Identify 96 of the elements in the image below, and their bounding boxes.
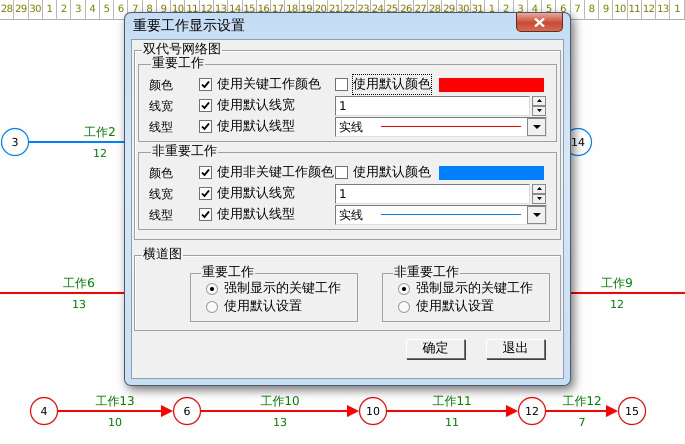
checkbox-label: 使用默认线型: [217, 118, 295, 136]
checkbox-label: 使用默认线宽: [217, 184, 295, 203]
day-cell: 13: [656, 0, 670, 19]
line-style-dropdown[interactable]: 实线: [335, 116, 547, 136]
number-field[interactable]: 1: [335, 184, 530, 204]
field-label: 线型: [149, 206, 174, 224]
field-label: 线宽: [149, 98, 174, 114]
checkbox-label: 使用关键工作颜色: [217, 76, 321, 94]
network-node: 10: [358, 396, 388, 426]
spin-up-button[interactable]: [532, 184, 546, 194]
activity-name: 工作13: [95, 394, 135, 408]
activity-name: 工作2: [84, 125, 116, 139]
activity-name: 工作12: [562, 394, 602, 408]
day-cell: 11: [628, 0, 642, 19]
activity-duration: 12: [610, 298, 624, 311]
close-icon: [534, 18, 545, 26]
triangle-down-icon: [532, 212, 540, 216]
network-node: 3: [0, 128, 30, 156]
radio-label: 强制显示的关键工作: [416, 280, 533, 298]
checkbox-label: 使用默认颜色: [353, 164, 431, 182]
day-cell: 28: [0, 0, 14, 19]
radio-button[interactable]: [206, 283, 218, 295]
day-cell: 10: [613, 0, 628, 19]
checkbox-label: 使用默认线型: [217, 206, 295, 224]
field-label: 颜色: [149, 76, 174, 94]
radio-button[interactable]: [398, 301, 410, 313]
activity-duration: 10: [108, 416, 122, 429]
activity-name: 工作11: [432, 394, 472, 408]
spin-down-button[interactable]: [532, 106, 546, 116]
spin-up-button[interactable]: [532, 96, 546, 106]
group-title: 横道图: [142, 248, 183, 262]
dropdown-button[interactable]: [527, 206, 546, 224]
checkbox[interactable]: [335, 78, 348, 91]
dropdown-button[interactable]: [527, 118, 546, 136]
activity-duration: 11: [445, 416, 459, 429]
radio-label: 使用默认设置: [416, 298, 494, 316]
day-cell: 1: [670, 0, 685, 19]
dropdown-value: 实线: [339, 118, 363, 136]
window-title: 重要工作显示设置: [133, 17, 245, 36]
checkbox[interactable]: [199, 166, 212, 179]
day-cell: 8: [584, 0, 600, 19]
group-title: 非重要工作: [151, 145, 218, 159]
network-node: 12: [518, 396, 546, 426]
activity-name: 工作6: [63, 276, 95, 290]
spin-down-button[interactable]: [532, 194, 546, 204]
day-cell: 9: [599, 0, 614, 19]
checkbox[interactable]: [199, 120, 212, 133]
activity-name: 工作9: [601, 276, 633, 290]
radio-label: 强制显示的关键工作: [224, 280, 341, 298]
group-title: 重要工作: [201, 266, 255, 280]
day-cell: 3: [71, 0, 86, 19]
checkbox[interactable]: [199, 187, 212, 200]
radio-button[interactable]: [398, 283, 410, 295]
activity-duration: 7: [578, 416, 586, 429]
triangle-down-icon: [532, 124, 540, 128]
field-label: 线型: [149, 118, 174, 136]
activity-duration: 13: [72, 298, 86, 311]
dropdown-value: 实线: [339, 206, 363, 224]
field-label: 线宽: [149, 186, 174, 202]
triangle-up-icon: [536, 187, 542, 190]
activity-duration: 13: [273, 416, 287, 429]
activity-name: 工作10: [260, 394, 300, 408]
close-button[interactable]: [516, 13, 563, 32]
day-cell: 12: [642, 0, 656, 19]
field-label: 颜色: [149, 164, 174, 182]
group-title: 非重要工作: [393, 266, 460, 280]
number-field[interactable]: 1: [335, 96, 530, 116]
day-cell: 1: [42, 0, 58, 19]
checkbox[interactable]: [199, 99, 212, 112]
checkbox-label: 使用默认线宽: [217, 96, 295, 115]
day-cell: 30: [28, 0, 43, 19]
color-swatch[interactable]: [439, 166, 544, 180]
checkbox-label: 使用非关键工作颜色: [217, 164, 334, 182]
day-cell: 4: [86, 0, 100, 19]
day-cell: 5: [100, 0, 114, 19]
triangle-down-icon: [536, 197, 542, 200]
radio-label: 使用默认设置: [224, 298, 302, 316]
checkbox-label: 使用默认颜色: [353, 74, 431, 94]
triangle-down-icon: [536, 109, 542, 112]
network-node: 4: [30, 396, 58, 426]
line-style-dropdown[interactable]: 实线: [335, 204, 547, 224]
checkbox[interactable]: [199, 78, 212, 91]
checkbox[interactable]: [199, 208, 212, 221]
day-cell: 29: [14, 0, 29, 19]
dialog-button[interactable]: 退出: [486, 339, 545, 359]
group-title: 重要工作: [151, 57, 205, 71]
dialog-button[interactable]: 确定: [406, 339, 465, 359]
day-cell: 2: [57, 0, 72, 19]
activity-duration: 12: [93, 147, 107, 160]
network-node: 6: [172, 396, 202, 426]
checkbox[interactable]: [335, 166, 348, 179]
group-title: 双代号网络图: [142, 43, 222, 57]
color-swatch[interactable]: [439, 78, 544, 92]
network-node: 15: [618, 396, 646, 426]
radio-button[interactable]: [206, 301, 218, 313]
triangle-up-icon: [536, 99, 542, 102]
